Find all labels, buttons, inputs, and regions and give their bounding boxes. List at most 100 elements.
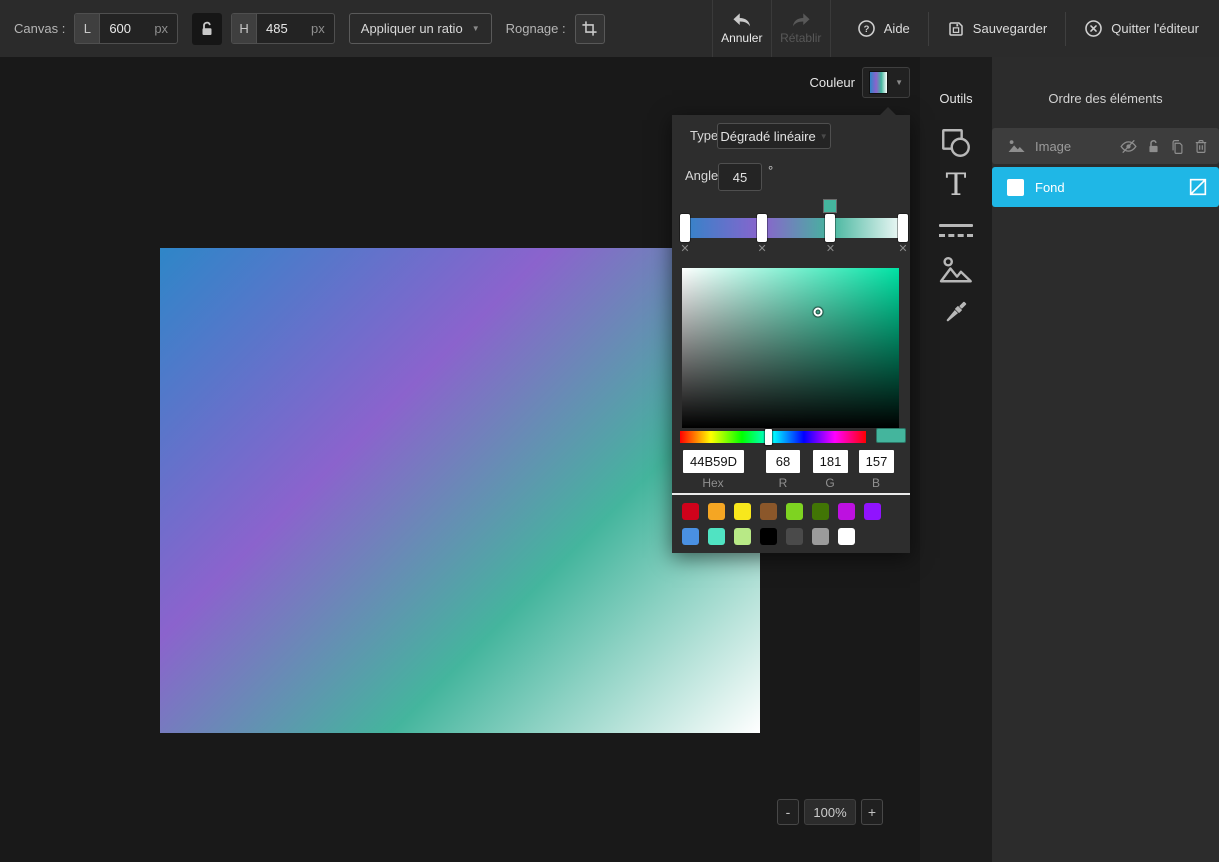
- save-button[interactable]: Sauvegarder: [947, 20, 1047, 38]
- canvas-label: Canvas :: [14, 21, 65, 36]
- red-input[interactable]: [766, 450, 800, 473]
- palette-swatch[interactable]: [838, 528, 855, 545]
- image-tool-button[interactable]: [938, 254, 974, 286]
- aspect-lock-button[interactable]: [192, 13, 222, 45]
- help-button[interactable]: ? Aide: [857, 19, 910, 38]
- chevron-down-icon: ▼: [820, 132, 828, 141]
- layer-row-fond[interactable]: Fond: [992, 167, 1219, 207]
- hex-label: Hex: [702, 476, 723, 490]
- crop-button[interactable]: [575, 14, 605, 44]
- couleur-label: Couleur: [748, 75, 855, 90]
- hex-input[interactable]: [683, 450, 744, 473]
- canvas-width-input[interactable]: [100, 14, 152, 43]
- apply-ratio-dropdown[interactable]: Appliquer un ratio ▼: [349, 13, 492, 44]
- chevron-down-icon: ▼: [895, 78, 903, 87]
- fill-edit-icon[interactable]: [1187, 176, 1209, 198]
- duplicate-icon[interactable]: [1169, 138, 1185, 155]
- width-prefix: L: [75, 14, 100, 43]
- palette-swatch[interactable]: [838, 503, 855, 520]
- canvas-workspace: Couleur ▼ Type Dégradé linéaire ▼ Angle …: [0, 57, 920, 862]
- text-tool-button[interactable]: T: [946, 170, 967, 201]
- crop-label: Rognage :: [506, 21, 566, 36]
- gradient-stop-handle[interactable]: [757, 214, 767, 242]
- red-label: R: [779, 476, 788, 490]
- saturation-value-field[interactable]: [682, 268, 899, 428]
- svg-text:?: ?: [863, 24, 869, 35]
- gradient-stop-handle[interactable]: [680, 214, 690, 242]
- degree-symbol: °: [768, 163, 773, 178]
- color-cursor[interactable]: [814, 308, 823, 317]
- palette-swatch[interactable]: [786, 528, 803, 545]
- canvas-height-input[interactable]: [257, 14, 309, 43]
- text-icon: T: [946, 170, 967, 201]
- visibility-off-icon[interactable]: [1119, 138, 1138, 155]
- trash-icon[interactable]: [1193, 138, 1209, 155]
- zoom-out-button[interactable]: -: [777, 799, 799, 825]
- hue-slider-handle[interactable]: [765, 429, 772, 445]
- shapes-tool-button[interactable]: [939, 126, 973, 160]
- shapes-icon: [939, 126, 973, 160]
- canvas-gradient-image[interactable]: [160, 248, 760, 733]
- delete-stop-button[interactable]: ✕: [679, 242, 692, 256]
- redo-label: Rétablir: [780, 31, 821, 45]
- hue-slider[interactable]: [680, 431, 866, 443]
- palette-swatch[interactable]: [682, 503, 699, 520]
- palette-row-2: [682, 528, 855, 545]
- gradient-preview-swatch: [869, 71, 888, 94]
- height-unit-label: px: [309, 21, 334, 36]
- palette-swatch[interactable]: [682, 528, 699, 545]
- layers-header: Ordre des éléments: [992, 91, 1219, 106]
- close-circle-icon: [1084, 19, 1103, 38]
- zoom-in-button[interactable]: +: [861, 799, 883, 825]
- blue-label: B: [872, 476, 880, 490]
- palette-divider: [672, 493, 910, 495]
- palette-swatch[interactable]: [760, 503, 777, 520]
- quit-editor-button[interactable]: Quitter l'éditeur: [1084, 19, 1199, 38]
- image-thumbnail-icon: [1007, 138, 1026, 155]
- gradient-stop-handle[interactable]: [825, 214, 835, 242]
- redo-button[interactable]: Rétablir: [772, 0, 830, 57]
- lock-icon[interactable]: [1146, 138, 1161, 155]
- palette-swatch[interactable]: [734, 528, 751, 545]
- green-input[interactable]: [813, 450, 848, 473]
- palette-swatch[interactable]: [708, 503, 725, 520]
- palette-swatch[interactable]: [786, 503, 803, 520]
- angle-input[interactable]: [718, 163, 762, 191]
- unlock-icon: [198, 19, 216, 39]
- undo-label: Annuler: [721, 31, 762, 45]
- palette-swatch[interactable]: [734, 503, 751, 520]
- undo-button[interactable]: Annuler: [713, 0, 771, 57]
- divider: [928, 12, 929, 46]
- palette-swatch[interactable]: [812, 503, 829, 520]
- color-picker-popup: Type Dégradé linéaire ▼ Angle ° ✕✕✕✕ Hex…: [672, 115, 910, 553]
- crop-icon: [581, 20, 598, 37]
- gradient-stops-bar[interactable]: [680, 218, 908, 238]
- blue-input[interactable]: [859, 450, 894, 473]
- tools-title: Outils: [920, 91, 992, 106]
- ratio-dropdown-label: Appliquer un ratio: [361, 21, 463, 36]
- help-label: Aide: [884, 21, 910, 36]
- layer-row-image[interactable]: Image: [992, 128, 1219, 164]
- divider: [830, 0, 831, 57]
- delete-stop-button[interactable]: ✕: [897, 242, 910, 256]
- palette-swatch[interactable]: [812, 528, 829, 545]
- image-icon: [938, 254, 974, 286]
- lines-tool-button[interactable]: [939, 224, 973, 237]
- eyedropper-tool-button[interactable]: [941, 297, 971, 327]
- type-label: Type: [690, 128, 718, 143]
- delete-stop-button[interactable]: ✕: [756, 242, 769, 256]
- help-icon: ?: [857, 19, 876, 38]
- palette-swatch[interactable]: [760, 528, 777, 545]
- redo-arrow-icon: [789, 12, 813, 30]
- green-label: G: [825, 476, 834, 490]
- palette-swatch[interactable]: [864, 503, 881, 520]
- gradient-stop-handle[interactable]: [898, 214, 908, 242]
- save-icon: [947, 20, 965, 38]
- delete-stop-button[interactable]: ✕: [824, 242, 837, 256]
- palette-swatch[interactable]: [708, 528, 725, 545]
- layer-image-actions: [1119, 138, 1209, 155]
- layers-panel: Ordre des éléments Image: [992, 57, 1219, 862]
- couleur-swatch-button[interactable]: ▼: [862, 67, 910, 98]
- gradient-type-dropdown[interactable]: Dégradé linéaire ▼: [717, 123, 831, 149]
- eyedropper-icon: [941, 297, 971, 327]
